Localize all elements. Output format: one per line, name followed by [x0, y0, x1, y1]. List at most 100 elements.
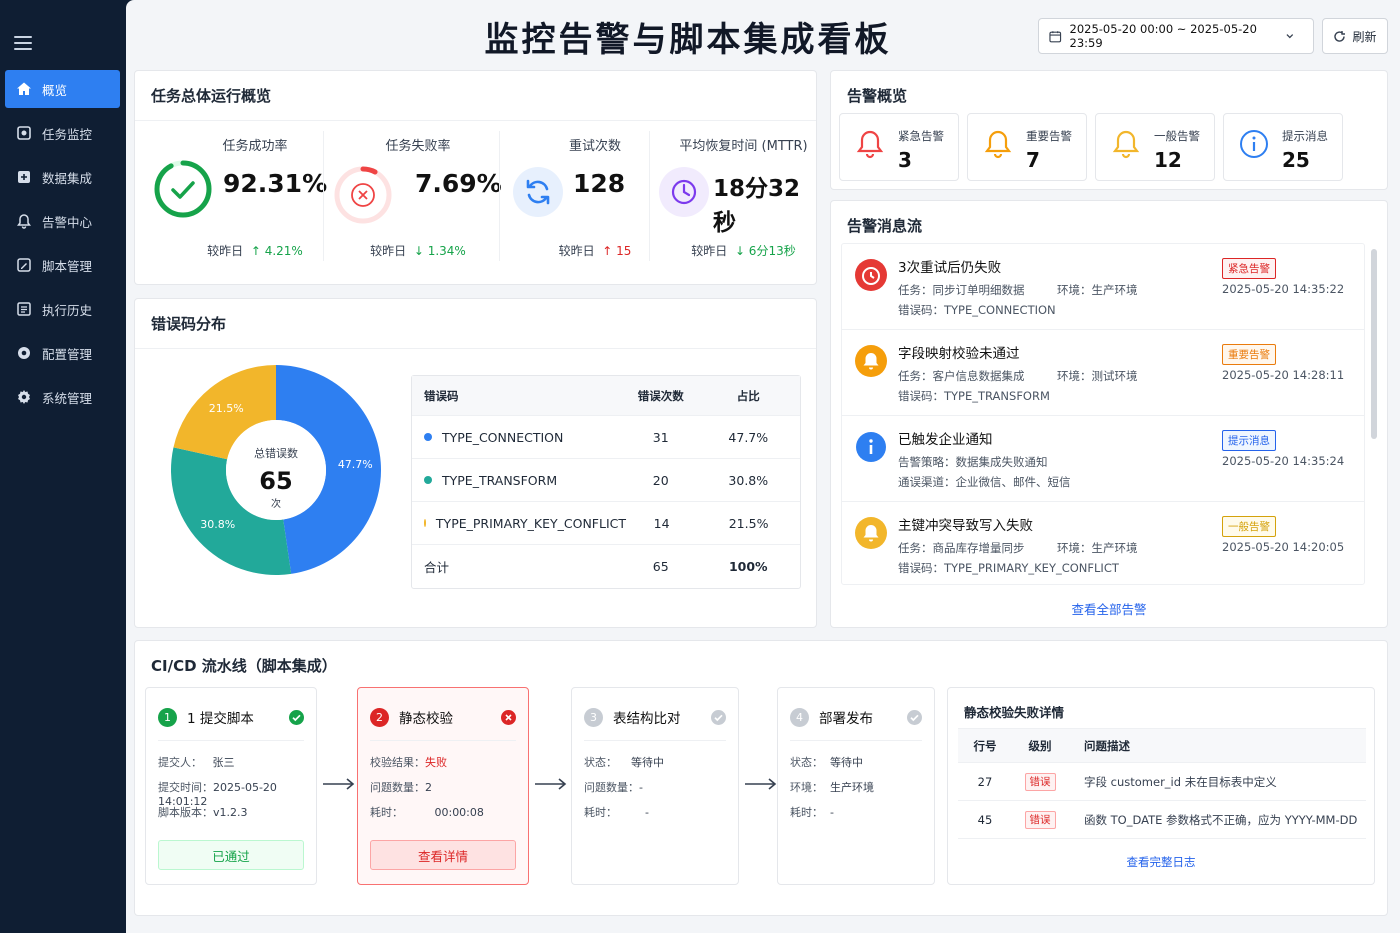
alert-item[interactable]: 字段映射校验未通过 任务：客户信息数据集成 环境：测试环境 错误码：TYPE_T… — [842, 330, 1364, 416]
sidebar-item-config-management[interactable]: 配置管理 — [5, 334, 120, 372]
sidebar-item-system-management[interactable]: 系统管理 — [5, 378, 120, 416]
arrow-right-icon — [535, 778, 567, 790]
static-check-detail-panel: 静态校验失败详情 行号 级别 问题描述 27 错误 字段 customer_id… — [947, 687, 1375, 885]
metric-label: 任务成功率 — [222, 139, 288, 154]
error-count: 14 — [653, 515, 670, 531]
alert-task: 任务：同步订单明细数据 — [898, 283, 1025, 297]
alert-stream-list: 3次重试后仍失败 任务：同步订单明细数据 环境：生产环境 错误码：TYPE_CO… — [841, 243, 1365, 585]
step-field: 环境： 生产环境 — [790, 781, 874, 794]
alert-overview-card: 告警概览 紧急告警 3 重要告警 7 一般告警 12 提示消息 25 — [830, 70, 1388, 190]
date-range-picker[interactable]: 2025-05-20 00:00 ~ 2025-05-20 23:59 — [1038, 18, 1314, 54]
table-row: TYPE_PRIMARY_KEY_CONFLICT 14 21.5% — [412, 502, 800, 545]
step-field: 校验结果：失败 — [370, 756, 447, 769]
divider — [499, 131, 500, 261]
sidebar-item-data-integration[interactable]: 数据集成 — [5, 158, 120, 196]
table-row: 27 错误 字段 customer_id 未在目标表中定义 — [958, 763, 1366, 801]
view-details-button[interactable]: 查看详情 — [370, 840, 516, 870]
column-header: 级别 — [1028, 738, 1052, 753]
alert-count-urgent[interactable]: 紧急告警 3 — [839, 113, 959, 181]
sidebar-item-alert-center[interactable]: 告警中心 — [5, 202, 120, 240]
alert-item[interactable]: 3次重试后仍失败 任务：同步订单明细数据 环境：生产环境 错误码：TYPE_CO… — [842, 244, 1364, 330]
total-pct: 100% — [728, 559, 768, 574]
alert-item[interactable]: 已触发企业通知 告警策略：数据集成失败通知 通误渠道：企业微信、邮件、短信 提示… — [842, 416, 1364, 502]
pipeline-step-static-check: 2 静态校验 校验结果：失败 问题数量：2 耗时： 00:00:08 查看详情 — [357, 687, 529, 885]
metric-value: 7.69% — [415, 169, 502, 198]
success-ring — [154, 160, 212, 218]
metric-compare: 较昨日 ↑ 4.21% — [207, 244, 303, 258]
bell-icon — [15, 212, 33, 230]
donut-center-unit: 次 — [271, 497, 281, 510]
alert-count-general[interactable]: 一般告警 12 — [1095, 113, 1215, 181]
donut-center-label: 总错误数 — [254, 446, 298, 460]
issue-table: 行号 级别 问题描述 27 错误 字段 customer_id 未在目标表中定义… — [958, 728, 1366, 839]
legend-dot — [424, 519, 426, 527]
alert-stream-card: 告警消息流 3次重试后仍失败 任务：同步订单明细数据 环境：生产环境 错误码：T… — [830, 200, 1388, 628]
step-field: 耗时： - — [584, 806, 649, 819]
donut-slice-label: 47.7% — [338, 458, 373, 471]
menu-icon[interactable] — [14, 36, 32, 50]
alert-title: 字段映射校验未通过 — [898, 346, 1020, 362]
alert-time: 2025-05-20 14:28:11 — [1222, 368, 1345, 382]
error-code: TYPE_TRANSFORM — [442, 472, 558, 488]
column-header: 错误码 — [424, 388, 459, 403]
view-all-alerts-link[interactable]: 查看全部告警 — [831, 599, 1387, 618]
metric-label: 重试次数 — [568, 139, 621, 154]
legend-dot — [424, 433, 432, 441]
pipeline-step-schema-compare: 3 表结构比对 状态： 等待中 问题数量：- 耗时： - — [571, 687, 739, 885]
step-field: 问题数量：- — [584, 781, 643, 794]
sidebar-item-execution-history[interactable]: 执行历史 — [5, 290, 120, 328]
gear-icon — [15, 388, 33, 406]
metric-retry-count: 重试次数 128 较昨日 ↑ 15 — [501, 129, 649, 269]
alert-error-code: 错误码：TYPE_PRIMARY_KEY_CONFLICT — [898, 561, 1119, 575]
alert-error-code: 错误码：TYPE_TRANSFORM — [898, 389, 1050, 403]
check-circle-icon — [289, 709, 304, 725]
sidebar-item-script-management[interactable]: 脚本管理 — [5, 246, 120, 284]
issue-description: 函数 TO_DATE 参数格式不正确，应为 YYYY-MM-DD — [1084, 812, 1358, 827]
alert-time: 2025-05-20 14:35:24 — [1222, 454, 1345, 468]
bell-icon — [1112, 130, 1140, 159]
card-title: CI/CD 流水线（脚本集成） — [151, 657, 337, 675]
config-icon — [15, 344, 33, 362]
alert-channels: 通误渠道：企业微信、邮件、短信 — [898, 475, 1071, 489]
line-number: 27 — [977, 774, 993, 789]
alert-count-label: 提示消息 — [1282, 129, 1328, 143]
refresh-button[interactable]: 刷新 — [1322, 18, 1388, 54]
status-badge: 一般告警 — [1222, 516, 1276, 537]
metric-compare: 较昨日 ↓ 1.34% — [370, 244, 466, 258]
sidebar-item-task-monitor[interactable]: 任务监控 — [5, 114, 120, 152]
table-row: TYPE_TRANSFORM 20 30.8% — [412, 459, 800, 502]
alert-count-info[interactable]: 提示消息 25 — [1223, 113, 1343, 181]
alert-item[interactable]: 主键冲突导致写入失败 任务：商品库存增量同步 环境：生产环境 错误码：TYPE_… — [842, 502, 1364, 584]
alert-count-important[interactable]: 重要告警 7 — [967, 113, 1087, 181]
column-header: 行号 — [973, 738, 997, 753]
refresh-icon — [513, 167, 563, 217]
metric-label: 任务失败率 — [385, 139, 451, 154]
column-header: 错误次数 — [637, 388, 684, 403]
info-icon — [1240, 130, 1268, 158]
donut-slice-label: 30.8% — [200, 518, 235, 531]
view-full-log-link[interactable]: 查看完整日志 — [948, 854, 1374, 870]
error-code-card: 错误码分布 47.7% 30.8% 21.5% 总错误数 65 次 错误码 错误次数… — [134, 298, 817, 628]
error-code: TYPE_PRIMARY_KEY_CONFLICT — [435, 515, 626, 531]
metric-mttr: 平均恢复时间 (MTTR) 18分32秒 较昨日 ↓ 6分13秒 — [651, 129, 816, 269]
status-badge: 提示消息 — [1222, 430, 1276, 451]
passed-button[interactable]: 已通过 — [158, 840, 304, 870]
pending-circle-icon — [711, 709, 726, 725]
bell-icon — [855, 517, 887, 549]
alert-env: 环境：生产环境 — [1057, 283, 1138, 297]
error-pct: 47.7% — [728, 429, 769, 445]
table-header: 错误码 错误次数 占比 — [412, 376, 800, 416]
scrollbar[interactable] — [1371, 249, 1377, 439]
alert-time: 2025-05-20 14:35:22 — [1222, 282, 1345, 296]
error-donut-chart: 47.7% 30.8% 21.5% 总错误数 65 次 — [171, 365, 381, 575]
sidebar-item-label: 执行历史 — [42, 302, 93, 318]
script-icon — [15, 256, 33, 274]
bell-icon — [856, 130, 884, 159]
sidebar-item-overview[interactable]: 概览 — [5, 70, 120, 108]
alert-task: 任务：商品库存增量同步 — [898, 541, 1025, 555]
divider — [649, 131, 650, 261]
date-range-value: 2025-05-20 00:00 ~ 2025-05-20 23:59 — [1069, 22, 1257, 50]
divider — [323, 131, 324, 261]
error-code-table: 错误码 错误次数 占比 TYPE_CONNECTION 31 47.7% TYP… — [411, 375, 801, 589]
sidebar-item-label: 概览 — [42, 82, 68, 98]
